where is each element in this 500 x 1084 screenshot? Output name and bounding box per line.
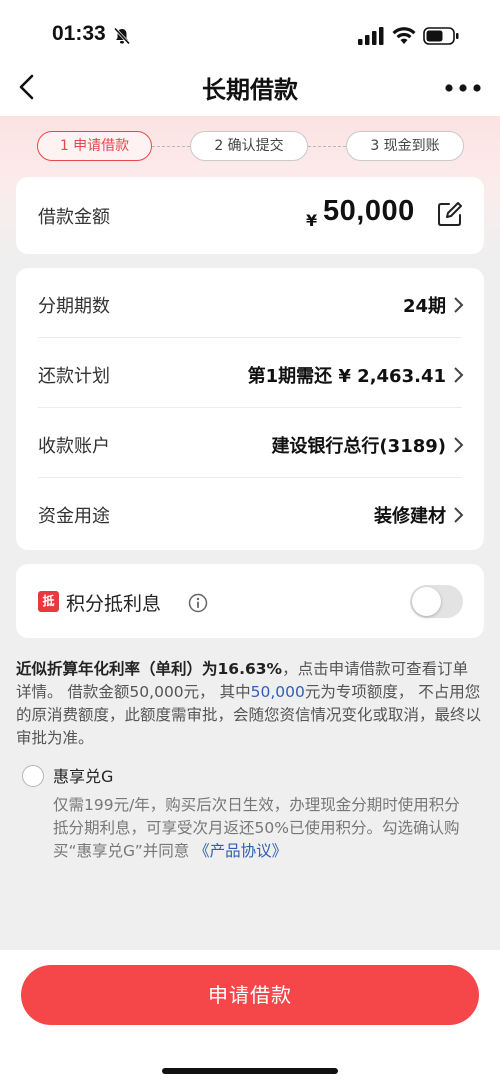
points-offset-card: 抵 积分抵利息 xyxy=(16,564,484,638)
special-quota-amount: 50,000 xyxy=(250,683,305,701)
row-label: 收款账户 xyxy=(38,436,110,457)
product-agreement-link[interactable]: 《产品协议》 xyxy=(194,842,287,860)
annual-rate-text: 近似折算年化利率（单利）为16.63% xyxy=(16,660,283,678)
bell-muted-icon xyxy=(113,27,131,45)
info-icon[interactable] xyxy=(188,593,208,613)
points-offset-label: 积分抵利息 xyxy=(66,593,162,615)
points-offset-toggle[interactable] xyxy=(410,585,463,618)
status-time: 01:33 xyxy=(52,22,106,45)
step-apply: 1 申请借款 xyxy=(37,131,152,161)
progress-steps: 1 申请借款 2 确认提交 3 现金到账 xyxy=(0,131,500,163)
loan-details-card: 分期期数 24期 还款计划 第1期需还 ¥ 2,463.41 收款账户 建设银行… xyxy=(16,268,484,550)
row-label: 还款计划 xyxy=(38,366,110,387)
battery-icon xyxy=(423,27,459,45)
edit-icon[interactable] xyxy=(436,200,464,228)
wifi-icon xyxy=(392,27,416,44)
step-connector xyxy=(308,146,346,147)
hui-xiang-title: 惠享兑G xyxy=(53,767,114,786)
page-title: 长期借款 xyxy=(202,76,298,104)
row-label: 资金用途 xyxy=(38,506,110,527)
loan-amount-card[interactable]: 借款金额 ¥ 50,000 xyxy=(16,177,484,254)
row-value: 建设银行总行(3189) xyxy=(271,436,446,457)
step-cash-arrival: 3 现金到账 xyxy=(346,131,464,161)
chevron-right-icon xyxy=(454,437,464,453)
row-installments[interactable]: 分期期数 24期 xyxy=(16,268,484,338)
row-label: 分期期数 xyxy=(38,296,110,317)
more-options-icon[interactable] xyxy=(444,82,482,94)
toggle-knob xyxy=(412,587,441,616)
offset-badge: 抵 xyxy=(38,591,59,612)
row-repayment-plan[interactable]: 还款计划 第1期需还 ¥ 2,463.41 xyxy=(16,338,484,408)
nav-bar: 长期借款 xyxy=(0,60,500,116)
chevron-right-icon xyxy=(454,297,464,313)
apply-loan-button[interactable]: 申请借款 xyxy=(21,965,479,1025)
row-receiving-account[interactable]: 收款账户 建设银行总行(3189) xyxy=(16,408,484,478)
home-indicator xyxy=(162,1068,338,1074)
row-fund-usage[interactable]: 资金用途 装修建材 xyxy=(16,478,484,548)
loan-amount-label: 借款金额 xyxy=(38,207,110,228)
chevron-right-icon xyxy=(454,367,464,383)
row-value: 装修建材 xyxy=(374,506,446,527)
currency-symbol: ¥ xyxy=(306,211,318,230)
hui-xiang-description: 仅需199元/年，购买后次日生效，办理现金分期时使用积分抵分期利息，可享受次月返… xyxy=(53,794,473,863)
row-value: 第1期需还 ¥ 2,463.41 xyxy=(247,366,446,387)
loan-amount-value[interactable]: 50,000 xyxy=(323,195,415,228)
signal-icon xyxy=(358,27,384,45)
chevron-right-icon xyxy=(454,507,464,523)
hui-xiang-checkbox[interactable] xyxy=(22,765,44,787)
rate-disclaimer: 近似折算年化利率（单利）为16.63%，点击申请借款可查看订单详情。 借款金额5… xyxy=(16,658,482,750)
step-confirm: 2 确认提交 xyxy=(190,131,308,161)
row-value: 24期 xyxy=(402,296,446,317)
step-connector xyxy=(152,146,190,147)
